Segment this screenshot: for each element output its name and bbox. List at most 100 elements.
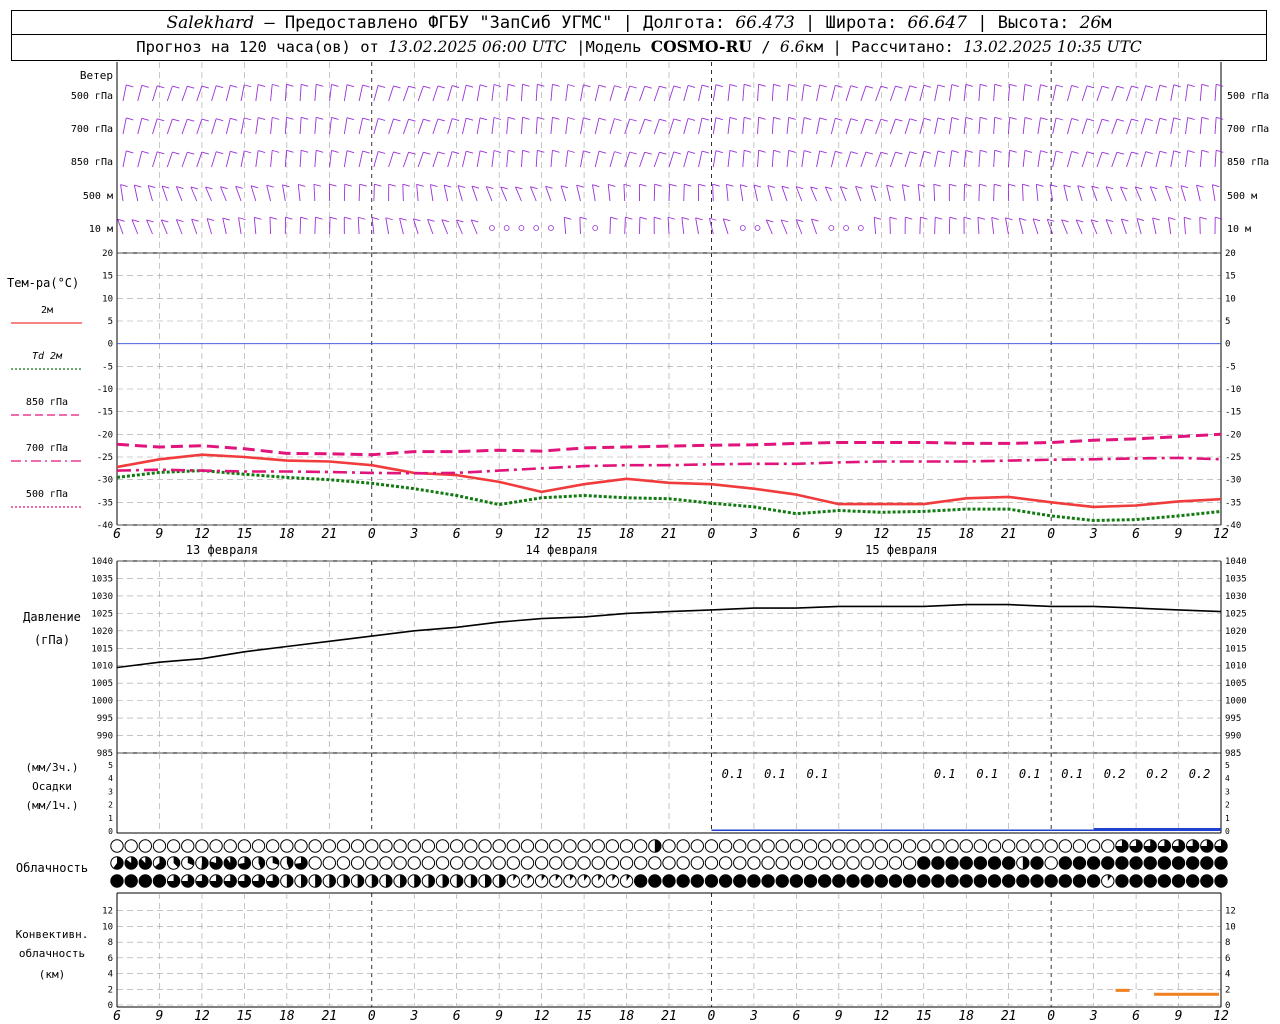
wind-barb-feather (629, 85, 637, 89)
wind-barb-feather (1212, 184, 1220, 188)
wind-barb-feather (388, 183, 396, 187)
wind-barb (1120, 218, 1127, 235)
cloud-cover-icon (973, 874, 988, 888)
precip-amount-label: 0.1 (1019, 767, 1041, 781)
wind-barb (824, 186, 832, 202)
wind-barb-feather (895, 151, 903, 155)
wind-barb (801, 117, 805, 135)
wind-barb-feather (1180, 185, 1189, 189)
temp-title: Тем-ра(°С) (7, 276, 79, 290)
wind-barb (266, 185, 272, 202)
cloud-circle (308, 856, 322, 870)
cloud-cover-icon (435, 839, 450, 853)
wind-barb-feather (819, 117, 827, 121)
cloud-cover-icon (478, 856, 492, 870)
cloud-cover-icon (1171, 856, 1186, 870)
wind-barb (810, 186, 817, 202)
wind-barb-feather (187, 85, 195, 89)
wind-barb-feather (1009, 83, 1017, 87)
wind-barb (196, 118, 203, 135)
wind-barb (240, 84, 245, 102)
wind-barb (250, 185, 257, 202)
temp-tick-right: -15 (1225, 408, 1241, 418)
cloud-cover-icon (563, 839, 577, 853)
wind-barb-feather (865, 85, 874, 89)
cloud-cover-icon (662, 856, 676, 870)
wind-barb-feather (788, 149, 796, 153)
cloud-cover-icon (860, 874, 874, 888)
cloud-cover-icon (237, 839, 252, 853)
temp-tick-right: -30 (1225, 476, 1241, 486)
cloud-circle (987, 839, 1002, 853)
cloud-cover-icon (888, 856, 903, 870)
wind-barb (1140, 151, 1147, 168)
cloud-circle (1086, 856, 1101, 870)
cloud-circle (322, 839, 337, 853)
wind-barb-feather (423, 151, 431, 155)
wind-barb (476, 150, 481, 168)
wind-barb-feather (951, 117, 959, 121)
cloud-circle (138, 874, 153, 888)
wind-barb (901, 184, 906, 202)
wind-barb (461, 151, 467, 168)
wind-barb-feather (1101, 118, 1110, 122)
cloud-circle (449, 839, 464, 853)
cloud-circle (520, 839, 535, 853)
wind-barb (560, 185, 567, 202)
wind-barb (1075, 219, 1083, 235)
wind-barb-feather (451, 151, 460, 155)
pres-tick-right: 1020 (1225, 627, 1247, 637)
cloud-cover-icon (166, 839, 181, 853)
cloud-cover-icon (1143, 856, 1157, 870)
wind-barb-feather (701, 84, 710, 88)
temp-hour-label: 21 (661, 527, 677, 542)
wind-barb-feather (592, 184, 600, 188)
wind-barb-feather (673, 85, 681, 89)
cloud-circle (973, 839, 988, 853)
wind-barb (1066, 151, 1073, 168)
wind-barb (1165, 186, 1172, 202)
cloud-cover-icon (506, 839, 521, 853)
cloud-cover-icon (365, 856, 379, 870)
cloud-circle (817, 874, 832, 888)
cloud-circle (1171, 856, 1186, 870)
wind-barb (520, 150, 524, 168)
cloud-circle (251, 839, 266, 853)
wind-barb (476, 84, 481, 102)
cloud-cover-icon (1115, 874, 1129, 888)
temp-tick-right: -35 (1225, 498, 1241, 508)
wind-barb-feather (362, 150, 370, 154)
cloud-fill (357, 874, 364, 888)
wind-barb (978, 117, 981, 135)
wind-barb-feather (522, 116, 530, 120)
day-label: 14 февраля (525, 543, 597, 557)
wind-barb-feather (301, 116, 309, 120)
cloud-circle (605, 839, 620, 853)
pres-tick-right: 1015 (1225, 644, 1247, 654)
wind-barb-feather (1199, 216, 1207, 220)
cloud-circle (478, 856, 492, 870)
cloud-circle (931, 856, 945, 870)
cloud-circle (832, 874, 846, 888)
cloud-cover-icon (506, 874, 521, 888)
cloud-circle (1030, 839, 1044, 853)
wind-barb-feather (880, 118, 888, 122)
wind-barb (860, 118, 867, 135)
wind-barb (388, 151, 394, 168)
wind-barb (399, 218, 404, 235)
cloud-circle (1143, 874, 1157, 888)
wind-barb (668, 151, 675, 168)
wind-barb-feather (316, 149, 324, 153)
wind-barb (1022, 150, 1026, 168)
wind-barb-feather (552, 116, 560, 120)
cloud-circle (591, 856, 605, 870)
cloud-circle (322, 856, 337, 870)
cloud-circle (1101, 856, 1115, 870)
cloud-circle (662, 839, 676, 853)
cloud-circle (846, 839, 860, 853)
wind-barb-feather (715, 117, 724, 121)
wind-barb (206, 218, 212, 235)
wind-barb (313, 184, 316, 202)
prec-tick-right: 0 (1225, 827, 1230, 836)
wind-barb (934, 117, 939, 135)
